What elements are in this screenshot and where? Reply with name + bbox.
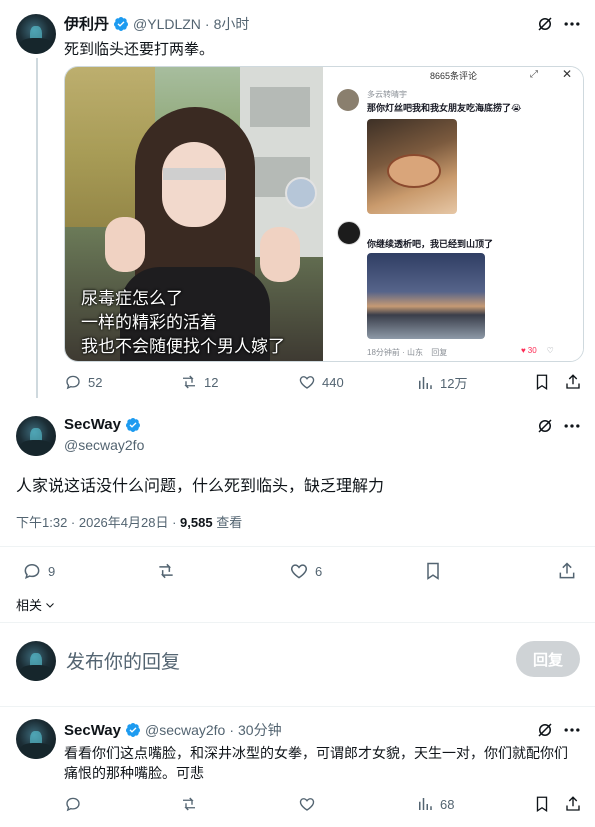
- verified-badge-icon: [125, 417, 141, 433]
- timestamp[interactable]: 下午1:32 · 2026年4月28日 ·: [16, 515, 180, 530]
- author-name[interactable]: SecWay: [64, 722, 121, 739]
- author-name[interactable]: 伊利丹: [64, 13, 109, 34]
- verified-badge-icon: [113, 16, 129, 32]
- like-button[interactable]: 440: [298, 373, 344, 391]
- avatar[interactable]: [16, 14, 56, 54]
- like-button[interactable]: 6: [289, 561, 322, 581]
- reply-button[interactable]: [64, 795, 82, 813]
- reply-submit-button[interactable]: 回复: [516, 641, 580, 677]
- tweet-text: 人家说这话没什么问题，什么死到临头，缺乏理解力: [16, 478, 385, 495]
- bookmark-icon[interactable]: [533, 373, 551, 391]
- grok-icon[interactable]: [536, 15, 554, 33]
- like-button[interactable]: [298, 795, 316, 813]
- tweet-meta: 下午1:32 · 2026年4月28日 · 9,585 查看: [16, 512, 242, 531]
- reply-count: 9: [48, 563, 56, 579]
- share-icon[interactable]: [564, 795, 582, 813]
- comment-photo: [367, 253, 485, 339]
- comment-photo: [367, 119, 457, 214]
- comment-text: 那你灯丝吧我和我女朋友吃海底捞了😭: [367, 103, 522, 113]
- timestamp[interactable]: 30分钟: [238, 720, 282, 740]
- reply-button[interactable]: 9: [22, 561, 55, 581]
- retweet-button[interactable]: [180, 795, 198, 813]
- share-icon[interactable]: [557, 561, 577, 581]
- overlay-line-3: 我也不会随便找个男人嫁了: [81, 337, 285, 356]
- author-handle[interactable]: @YLDLZN: [133, 16, 201, 32]
- close-icon: ✕: [562, 67, 573, 81]
- reply-button[interactable]: 52: [64, 373, 102, 391]
- more-icon[interactable]: [562, 720, 582, 740]
- author-handle[interactable]: @secway2fo: [64, 437, 144, 453]
- reply-input[interactable]: 发布你的回复: [66, 647, 180, 674]
- avatar: [16, 641, 56, 681]
- retweet-button[interactable]: 12: [180, 373, 218, 391]
- more-icon[interactable]: [562, 14, 582, 34]
- comment-reply: 回复: [431, 348, 448, 357]
- tweet-media[interactable]: 尿毒症怎么了 一样的精彩的活着 我也不会随便找个男人嫁了 8665条评论 ⤢ ✕…: [64, 66, 584, 362]
- timestamp[interactable]: 8小时: [214, 14, 250, 34]
- like-count: 6: [315, 563, 323, 579]
- comment-likes: ♥ 30 ♡: [521, 346, 554, 355]
- thread-line: [36, 58, 38, 398]
- retweet-button[interactable]: [156, 561, 176, 581]
- share-icon[interactable]: [564, 373, 582, 391]
- retweet-count: 12: [204, 374, 219, 390]
- avatar[interactable]: [16, 416, 56, 456]
- views-count: 9,585: [180, 515, 213, 530]
- views-count: 68: [440, 796, 455, 812]
- comment-meta-time: 18分钟前 · 山东: [367, 348, 424, 357]
- grok-icon[interactable]: [536, 417, 554, 435]
- more-icon[interactable]: [562, 416, 582, 436]
- like-count: 440: [322, 374, 344, 390]
- related-dropdown[interactable]: 相关: [16, 595, 56, 614]
- photo-right[interactable]: 8665条评论 ⤢ ✕ 多云转晴宇 那你灯丝吧我和我女朋友吃海底捞了😭 你继续透…: [325, 67, 583, 361]
- tweet-text: 死到临头还要打两拳。: [64, 41, 215, 58]
- reply-count: 52: [88, 374, 103, 390]
- views-button[interactable]: 68: [416, 795, 454, 813]
- tweet-text: 看看你们这点嘴脸，和深井冰型的女拳，可谓郎才女貌，天生一对，你们就配你们痛恨的那…: [64, 745, 568, 781]
- panel-title: 8665条评论: [430, 71, 478, 81]
- comment-text: 你继续透析吧，我已经到山顶了: [367, 239, 494, 249]
- comment-meta: 18分钟前 · 山东 回复: [367, 347, 447, 358]
- views-label: 查看: [212, 515, 243, 530]
- expand-icon: ⤢: [530, 69, 538, 80]
- verified-badge-icon: [125, 722, 141, 738]
- grok-icon[interactable]: [536, 721, 554, 739]
- author-name[interactable]: SecWay: [64, 416, 121, 433]
- avatar[interactable]: [16, 719, 56, 759]
- views-count: 12万: [440, 376, 468, 391]
- views-button[interactable]: 12万: [416, 373, 467, 392]
- bookmark-icon[interactable]: [533, 795, 551, 813]
- overlay-line-1: 尿毒症怎么了: [81, 289, 183, 308]
- author-handle[interactable]: @secway2fo: [145, 722, 225, 738]
- related-label: 相关: [16, 598, 43, 613]
- commenter-name: 多云转晴宇: [367, 90, 407, 99]
- photo-left[interactable]: 尿毒症怎么了 一样的精彩的活着 我也不会随便找个男人嫁了: [65, 67, 323, 361]
- commenter-avatar: [337, 89, 359, 111]
- bookmark-icon[interactable]: [423, 561, 443, 581]
- chevron-down-icon: [46, 602, 54, 608]
- overlay-line-2: 一样的精彩的活着: [81, 313, 217, 332]
- commenter-avatar: [337, 221, 361, 245]
